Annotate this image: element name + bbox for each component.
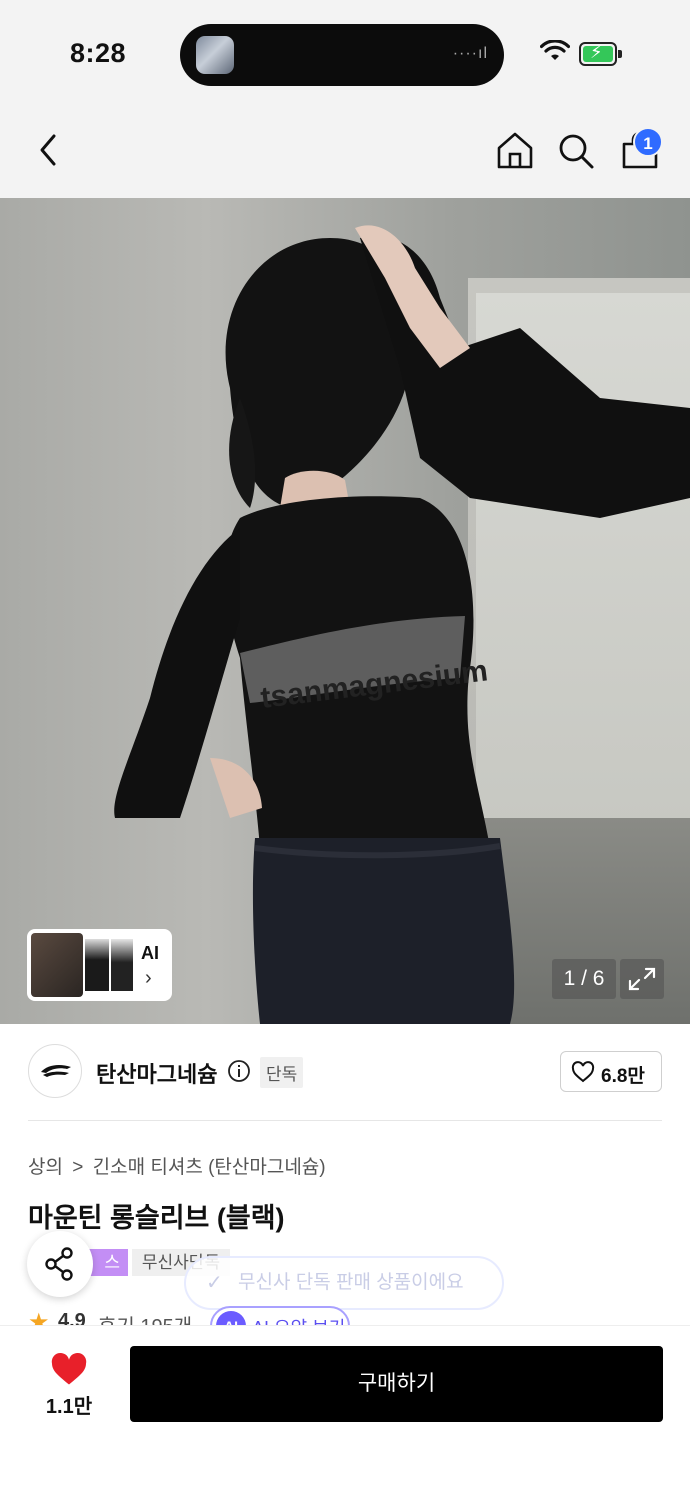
product-title: 마운틴 롱슬리브 (블랙) bbox=[28, 1203, 285, 1233]
ai-thumb-label: AI bbox=[141, 943, 159, 963]
thumbnail-image bbox=[111, 939, 133, 991]
share-button[interactable] bbox=[27, 1231, 93, 1297]
wishlist-count: 1.1만 bbox=[45, 1396, 93, 1418]
brand-like-count: 6.8만 bbox=[601, 1066, 645, 1087]
wishlist-heart-icon[interactable] bbox=[50, 1352, 88, 1386]
breadcrumb-category[interactable]: 상의 bbox=[28, 1157, 63, 1178]
expand-button[interactable] bbox=[620, 959, 664, 999]
rating-row: ★ 4.9 후기 195개 AI AI 요약 보기 bbox=[28, 1304, 688, 1326]
battery-charging-icon: ⚡ bbox=[579, 42, 622, 66]
share-icon bbox=[45, 1247, 73, 1281]
search-icon[interactable] bbox=[557, 132, 595, 170]
toast-text: 무신사 단독 판매 상품이에요 bbox=[238, 1272, 464, 1293]
activity-indicator-icon: ····ıl bbox=[452, 45, 488, 62]
breadcrumb: 상의 > 긴소매 티셔츠 (탄산마그네슘) bbox=[28, 1152, 330, 1179]
rating-score: 4.9 bbox=[58, 1310, 86, 1326]
gallery-thumbnail-strip[interactable]: AI › bbox=[27, 929, 172, 1001]
live-activity-app-icon bbox=[196, 36, 234, 74]
dynamic-island: ····ıl bbox=[180, 24, 504, 86]
info-icon[interactable] bbox=[227, 1059, 251, 1083]
expand-icon bbox=[628, 967, 656, 991]
bottom-action-bar: 1.1만 구매하기 bbox=[0, 1325, 690, 1500]
thumbnail-image bbox=[31, 933, 83, 997]
back-icon[interactable] bbox=[34, 132, 64, 168]
status-time: 8:28 bbox=[70, 38, 127, 68]
star-icon: ★ bbox=[28, 1309, 50, 1326]
product-image[interactable]: tsanmagnesium AI › 1 / 6 bbox=[0, 198, 690, 1024]
brand-logo-mark bbox=[41, 1064, 71, 1077]
review-count-link[interactable]: 후기 195개 bbox=[98, 1310, 192, 1326]
breadcrumb-separator: > bbox=[72, 1157, 84, 1178]
wifi-icon bbox=[540, 40, 570, 60]
chevron-right-icon: › bbox=[145, 967, 152, 989]
brand-name-link[interactable]: 탄산마그네슘 bbox=[96, 1057, 217, 1089]
home-icon[interactable] bbox=[495, 130, 535, 170]
breadcrumb-subcategory[interactable]: 긴소매 티셔츠 (탄산마그네슘) bbox=[93, 1157, 326, 1178]
divider bbox=[28, 1120, 662, 1121]
exclusive-tag: 단독 bbox=[260, 1057, 304, 1088]
image-page-counter: 1 / 6 bbox=[552, 959, 616, 999]
exclusive-toast: ✓ 무신사 단독 판매 상품이에요 bbox=[184, 1256, 504, 1310]
ai-badge-icon: AI bbox=[216, 1311, 246, 1326]
cart-count-badge: 1 bbox=[633, 127, 663, 157]
top-navigation bbox=[0, 100, 690, 198]
check-icon: ✓ bbox=[206, 1272, 223, 1294]
heart-outline-icon bbox=[571, 1061, 595, 1083]
ai-summary-button[interactable]: AI AI 요약 보기 bbox=[210, 1306, 350, 1326]
thumbnail-image bbox=[85, 939, 109, 991]
brand-logo[interactable] bbox=[28, 1044, 82, 1098]
model-photo: tsanmagnesium bbox=[114, 225, 690, 1024]
status-bar: 8:28 ····ıl ⚡ bbox=[0, 0, 690, 100]
buy-button[interactable]: 구매하기 bbox=[130, 1346, 663, 1422]
brand-like-button[interactable]: 6.8만 bbox=[560, 1051, 662, 1092]
